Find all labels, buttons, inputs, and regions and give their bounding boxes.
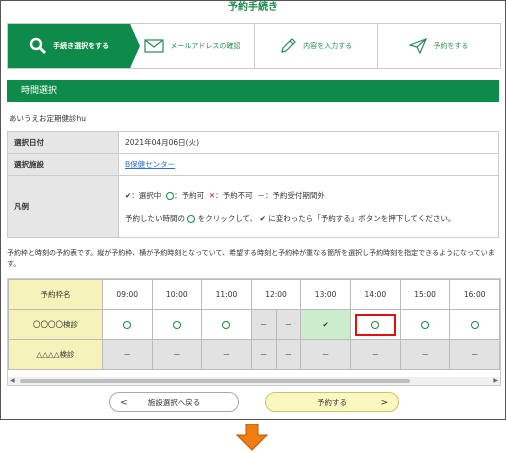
circle-icon (172, 321, 181, 329)
time-slot-grid: 予約枠名 09:00 10:00 11:00 12:00 13:00 14:00… (7, 278, 501, 386)
time-header: 11:00 (201, 279, 252, 310)
time-header: 14:00 (349, 279, 401, 310)
chevron-left-icon: < (120, 398, 128, 408)
slot-row-name: 〇〇〇〇検診 (8, 309, 103, 340)
step-enter-details: 内容を入力する (253, 24, 377, 68)
slot-outside-period: － (101, 339, 153, 370)
legend-label: 凡例 (7, 175, 119, 238)
circle-icon (123, 321, 132, 329)
slot-outside-period: － (250, 309, 277, 340)
pencil-icon (281, 38, 296, 53)
instruction-part-1: 予約したい時間の (125, 213, 185, 223)
slot-header-label: 予約枠名 (8, 279, 103, 310)
circle-icon (222, 321, 231, 329)
legend-selected: ：選択中 (131, 190, 162, 200)
reserve-button[interactable]: 予約する > (265, 392, 399, 412)
slot-available[interactable] (449, 309, 500, 340)
circle-icon (371, 320, 380, 329)
reservation-window: 予約手続き 手続き選択をする メールアドレスの確認 内容を入力する 予約をする … (0, 0, 506, 420)
time-header: 09:00 (101, 279, 153, 310)
exam-name: あいうえお定期健診hu (9, 114, 87, 123)
legend-unavailable: ：予約不可 (215, 190, 253, 200)
reserve-button-label: 予約する (317, 398, 347, 407)
search-icon (29, 37, 47, 55)
time-header: 15:00 (399, 279, 451, 310)
page-title: 予約手続き (228, 2, 278, 13)
slot-selected[interactable]: ✔ (300, 309, 351, 340)
scrollbar-thumb[interactable] (20, 379, 410, 383)
slot-outside-period: － (449, 339, 500, 370)
scroll-left-icon[interactable]: ◀ (10, 377, 15, 385)
time-header: 16:00 (449, 279, 500, 310)
time-header: 12:00 (250, 279, 302, 310)
date-value: 2021年04月06日(火) (118, 131, 499, 154)
instruction-part-2: をクリックして、 (197, 213, 258, 223)
selection-info-table: 選択日付 2021年04月06日(火) 選択施設 B保健センター 凡例 ✔ ：選択… (7, 131, 499, 238)
slot-outside-period: － (300, 339, 351, 370)
circle-icon (187, 214, 196, 223)
slot-outside-period: － (275, 309, 302, 340)
step-confirm-email: メールアドレスの確認 (130, 24, 253, 68)
slot-row-name: △△△△検診 (8, 339, 103, 370)
scroll-right-icon[interactable]: ▶ (493, 377, 498, 385)
slot-available[interactable] (201, 309, 252, 340)
slot-outside-period: － (250, 339, 277, 370)
progress-steps: 手続き選択をする メールアドレスの確認 内容を入力する 予約をする (7, 23, 501, 69)
circle-icon (166, 191, 175, 200)
down-arrow-icon (236, 424, 268, 451)
horizontal-scrollbar[interactable]: ◀ ▶ (8, 377, 500, 385)
check-icon: ✔ (322, 320, 329, 329)
legend-content: ✔：選択中 ：予約可 ✕：予約不可 －：予約受付期間外 予約したい時間の をクリ… (118, 175, 499, 238)
instruction-part-3: に変わったら「予約する」ボタンを押下してください。 (268, 213, 456, 223)
chevron-right-icon: > (380, 398, 388, 408)
step-label: 内容を入力する (303, 42, 353, 50)
facility-label: 選択施設 (7, 153, 119, 176)
slot-available-highlighted[interactable] (349, 309, 401, 340)
step-label: 予約をする (433, 42, 469, 50)
slot-available[interactable] (399, 309, 451, 340)
slot-outside-period: － (275, 339, 302, 370)
back-to-facility-button[interactable]: < 施設選択へ戻る (109, 392, 239, 412)
slot-available[interactable] (101, 309, 153, 340)
step-select-procedure: 手続き選択をする (8, 24, 141, 68)
check-icon: ✔ (259, 213, 266, 223)
slot-outside-period: － (201, 339, 252, 370)
time-header: 10:00 (151, 279, 203, 310)
step-label: 手続き選択をする (53, 42, 110, 50)
circle-icon (470, 321, 479, 329)
legend-outside: ：予約受付期間外 (264, 190, 325, 200)
section-title: 時間選択 (7, 80, 499, 102)
circle-icon (421, 321, 430, 329)
send-icon (409, 38, 428, 54)
legend-dash: － (257, 190, 265, 200)
slot-outside-period: － (349, 339, 401, 370)
slot-table: 予約枠名 09:00 10:00 11:00 12:00 13:00 14:00… (8, 279, 500, 370)
step-label: メールアドレスの確認 (170, 42, 241, 50)
back-button-label: 施設選択へ戻る (147, 398, 201, 407)
date-label: 選択日付 (7, 131, 119, 154)
slot-outside-period: － (151, 339, 203, 370)
step-make-reservation: 予約をする (376, 24, 500, 68)
slot-available[interactable] (151, 309, 203, 340)
mail-icon (144, 39, 164, 53)
slot-outside-period: － (399, 339, 451, 370)
table-description: 予約枠と時刻の予約表です。縦が予約枠、横が予約時刻となっていて、希望する時刻と予… (7, 249, 495, 268)
highlight-box (354, 313, 396, 336)
time-header: 13:00 (300, 279, 351, 310)
legend-available: ：予約可 (174, 190, 205, 200)
facility-link[interactable]: B保健センター (125, 160, 175, 169)
